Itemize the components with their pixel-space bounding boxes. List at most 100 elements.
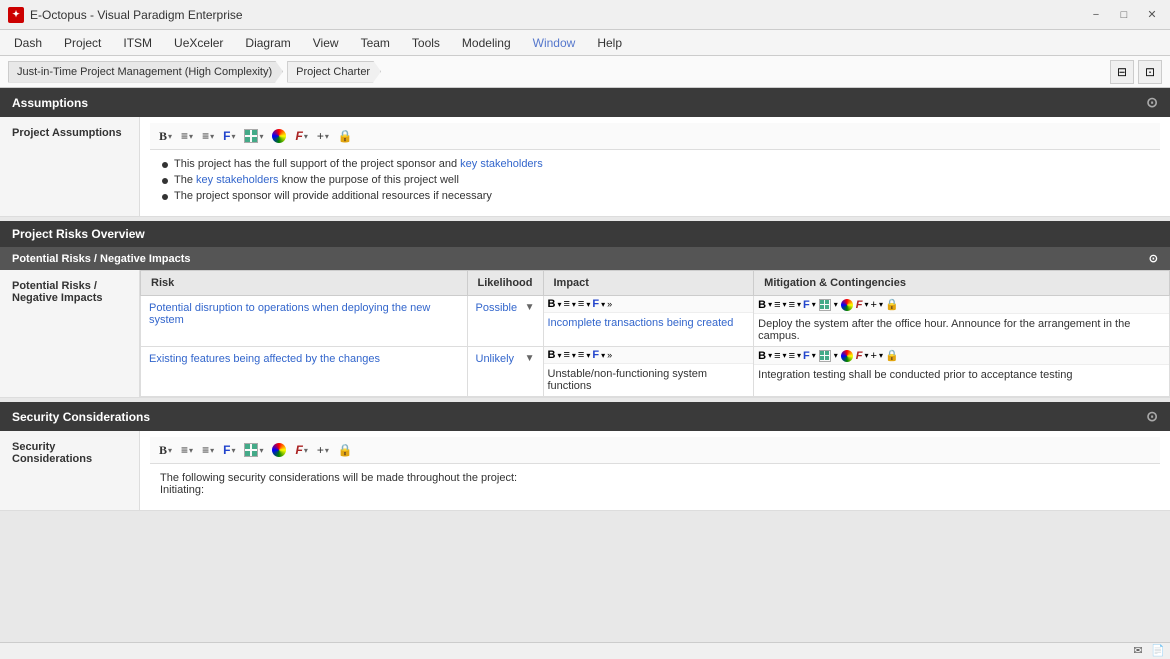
impact-tb-more-1[interactable]: » — [607, 299, 612, 309]
mit-tb-italic-arrow-1: ▾ — [865, 300, 869, 309]
col-risk: Risk — [141, 271, 468, 296]
tb-list1-btn[interactable]: ≡ ▾ — [178, 128, 196, 144]
impact-tb-list1-2[interactable]: ≡ — [563, 349, 569, 361]
breadcrumb-actions[interactable]: ⊟ ⊡ — [1110, 60, 1162, 84]
menu-diagram[interactable]: Diagram — [235, 33, 300, 53]
status-mail-icon[interactable]: ✉ — [1130, 643, 1146, 659]
impact-tb-list1-1[interactable]: ≡ — [563, 298, 569, 310]
window-controls[interactable]: − □ ✕ — [1086, 7, 1162, 23]
tb-font-btn[interactable]: F ▾ — [220, 128, 238, 144]
mit-tb-bold-2[interactable]: B — [758, 350, 766, 362]
sec-tb-plus-btn[interactable]: + ▾ — [314, 442, 332, 458]
mit-tb-list1-1[interactable]: ≡ — [774, 299, 780, 311]
impact-tb-more-2[interactable]: » — [607, 350, 612, 360]
tb-italic-btn[interactable]: F ▾ — [292, 128, 310, 144]
impact-tb-bold-2[interactable]: B — [548, 349, 556, 361]
menu-project[interactable]: Project — [54, 33, 111, 53]
assumption-item-3: The project sponsor will provide additio… — [162, 188, 1148, 204]
mit-tb-bold-1[interactable]: B — [758, 299, 766, 311]
mit-tb-italic-1[interactable]: F — [856, 299, 863, 311]
assumptions-label: Project Assumptions — [0, 117, 140, 216]
mit-tb-bold-arrow-2: ▾ — [768, 351, 772, 360]
breadcrumb-icon-2[interactable]: ⊡ — [1138, 60, 1162, 84]
tb-lock-btn[interactable]: 🔒 — [335, 128, 356, 144]
likelihood-dropdown-2[interactable]: ▼ — [525, 353, 535, 364]
menu-uexceler[interactable]: UeXceler — [164, 33, 233, 53]
likelihood-dropdown-1[interactable]: ▼ — [525, 302, 535, 313]
menu-dash[interactable]: Dash — [4, 33, 52, 53]
menu-tools[interactable]: Tools — [402, 33, 450, 53]
likelihood-2: Unlikely ▼ — [467, 347, 543, 397]
menu-modeling[interactable]: Modeling — [452, 33, 521, 53]
mit-tb-font-2[interactable]: F — [803, 350, 810, 362]
sec-tb-list1-btn[interactable]: ≡ ▾ — [178, 442, 196, 458]
mit-tb-plus-2[interactable]: + — [871, 350, 877, 362]
mit-tb-table-1[interactable] — [819, 299, 831, 311]
status-doc-icon[interactable]: 📄 — [1150, 643, 1166, 659]
plus-arrow: ▾ — [325, 132, 329, 141]
mit-tb-list2-arrow-1: ▾ — [797, 300, 801, 309]
impact-tb-font-1[interactable]: F — [592, 298, 599, 310]
menu-itsm[interactable]: ITSM — [113, 33, 162, 53]
security-line1: The following security considerations wi… — [160, 472, 1150, 484]
sec-list2-arrow: ▾ — [210, 446, 214, 455]
sec-tb-table-btn[interactable]: ▾ — [241, 441, 266, 459]
mit-tb-font-arrow-1: ▾ — [812, 300, 816, 309]
mit-tb-plus-1[interactable]: + — [871, 299, 877, 311]
security-field-row: Security Considerations B ▾ ≡ ▾ ≡ ▾ — [0, 431, 1170, 511]
impact-tb-list2-1[interactable]: ≡ — [578, 298, 584, 310]
mit-tb-font-1[interactable]: F — [803, 299, 810, 311]
sec-list1-arrow: ▾ — [189, 446, 193, 455]
tb-plus-btn[interactable]: + ▾ — [314, 128, 332, 144]
minimize-button[interactable]: − — [1086, 7, 1106, 23]
risks-sub-title: Potential Risks / Negative Impacts — [12, 253, 191, 265]
impact-tb-list2-arrow-1: ▾ — [586, 300, 590, 309]
sec-tb-font-btn[interactable]: F ▾ — [220, 442, 238, 458]
impact-tb-bold-arrow-1: ▾ — [557, 300, 561, 309]
mit-tb-list2-arrow-2: ▾ — [797, 351, 801, 360]
impact-2: B ▾ ≡ ▾ ≡ ▾ F ▾ » — [543, 347, 754, 397]
breadcrumb-charter[interactable]: Project Charter — [287, 61, 381, 83]
mit-tb-color-2[interactable] — [841, 350, 853, 362]
table-icon — [244, 129, 258, 143]
sec-tb-lock-btn[interactable]: 🔒 — [335, 442, 356, 458]
mit-tb-table-2[interactable] — [819, 350, 831, 362]
breadcrumb-icon-1[interactable]: ⊟ — [1110, 60, 1134, 84]
tb-bold-btn[interactable]: B ▾ — [156, 128, 175, 144]
mit-tb-list1-arrow-2: ▾ — [783, 351, 787, 360]
mit-tb-lock-1[interactable]: 🔒 — [885, 298, 899, 311]
impact-tb-bold-1[interactable]: B — [548, 298, 556, 310]
sec-tb-list2-btn[interactable]: ≡ ▾ — [199, 442, 217, 458]
sec-tb-color-btn[interactable] — [269, 441, 289, 459]
mit-tb-list2-1[interactable]: ≡ — [789, 299, 795, 311]
assumptions-section-header[interactable]: Assumptions ⊙ — [0, 88, 1170, 117]
main-content: Assumptions ⊙ Project Assumptions B ▾ ≡ … — [0, 88, 1170, 642]
risks-sub-header[interactable]: Potential Risks / Negative Impacts ⊙ — [0, 247, 1170, 270]
impact-link-1: Incomplete transactions being created — [548, 317, 734, 329]
security-section-header[interactable]: Security Considerations ⊙ — [0, 402, 1170, 431]
mit-tb-color-1[interactable] — [841, 299, 853, 311]
breadcrumb-bar: Just-in-Time Project Management (High Co… — [0, 56, 1170, 88]
menu-team[interactable]: Team — [351, 33, 400, 53]
breadcrumb-project[interactable]: Just-in-Time Project Management (High Co… — [8, 61, 283, 83]
mit-tb-lock-2[interactable]: 🔒 — [885, 349, 899, 362]
plus-icon: + — [317, 130, 324, 142]
tb-color-btn[interactable] — [269, 127, 289, 145]
menu-window[interactable]: Window — [523, 33, 586, 53]
status-bar: ✉ 📄 — [0, 642, 1170, 658]
risks-section-header[interactable]: Project Risks Overview — [0, 221, 1170, 247]
maximize-button[interactable]: □ — [1114, 7, 1134, 23]
mit-tb-list1-2[interactable]: ≡ — [774, 350, 780, 362]
mit-tb-list2-2[interactable]: ≡ — [789, 350, 795, 362]
impact-tb-font-2[interactable]: F — [592, 349, 599, 361]
italic-arrow: ▾ — [304, 132, 308, 141]
sec-tb-bold-btn[interactable]: B ▾ — [156, 442, 175, 458]
tb-list2-btn[interactable]: ≡ ▾ — [199, 128, 217, 144]
menu-help[interactable]: Help — [587, 33, 632, 53]
tb-table-btn[interactable]: ▾ — [241, 127, 266, 145]
close-button[interactable]: ✕ — [1142, 7, 1162, 23]
mit-tb-italic-2[interactable]: F — [856, 350, 863, 362]
sec-tb-italic-btn[interactable]: F ▾ — [292, 442, 310, 458]
impact-tb-list2-2[interactable]: ≡ — [578, 349, 584, 361]
menu-view[interactable]: View — [303, 33, 349, 53]
